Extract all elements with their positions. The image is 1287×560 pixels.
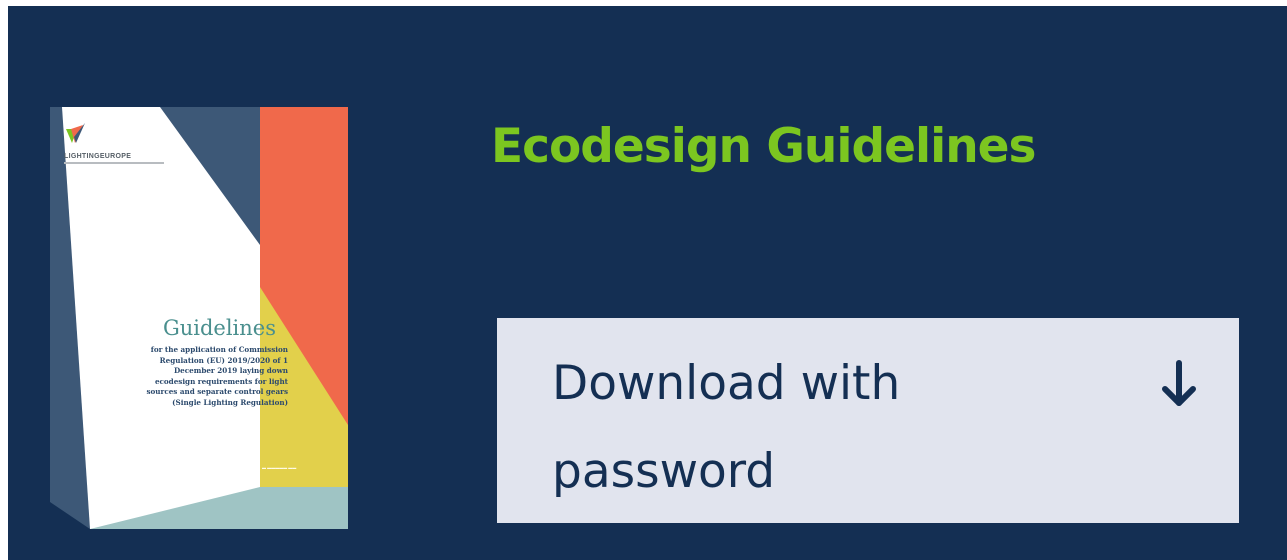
cover-brand-text: LIGHTINGEUROPE: [64, 153, 132, 160]
arrow-down-icon: [1162, 360, 1196, 406]
cover-brand-tagline-line: [64, 162, 164, 164]
card-title: Ecodesign Guidelines: [491, 119, 1037, 174]
download-button-label: Download with password: [552, 356, 901, 499]
download-with-password-button[interactable]: Download with password: [497, 318, 1239, 523]
guidelines-cover-thumbnail[interactable]: LIGHTINGEUROPE Guidelines for the applic…: [50, 107, 348, 529]
cover-date-strip: ▬ ▬▬▬▬▬ ▬▬: [262, 465, 297, 470]
cover-subheading: for the application of Commission Regula…: [146, 345, 288, 407]
cover-heading: Guidelines: [162, 316, 276, 340]
download-card: LIGHTINGEUROPE Guidelines for the applic…: [8, 6, 1287, 560]
